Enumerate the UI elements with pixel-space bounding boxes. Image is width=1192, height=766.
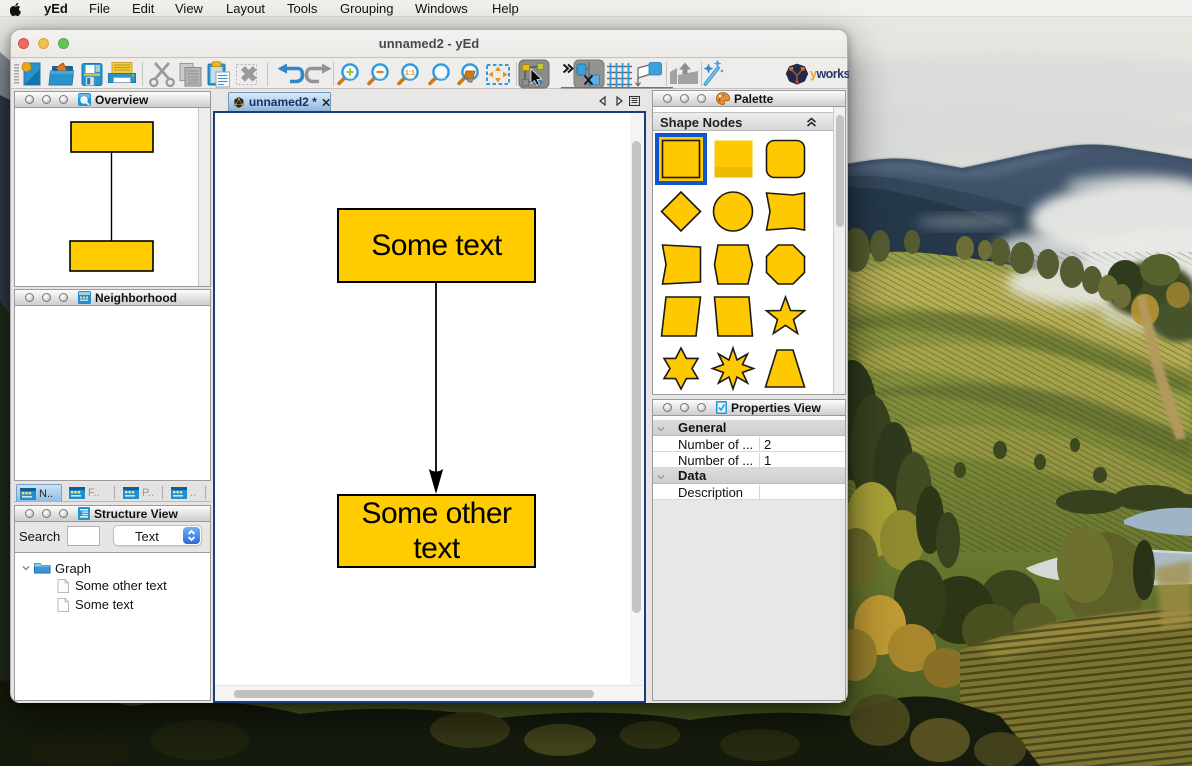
- svg-text:yworks: yworks: [810, 67, 849, 81]
- svg-text:1:1: 1:1: [405, 70, 415, 77]
